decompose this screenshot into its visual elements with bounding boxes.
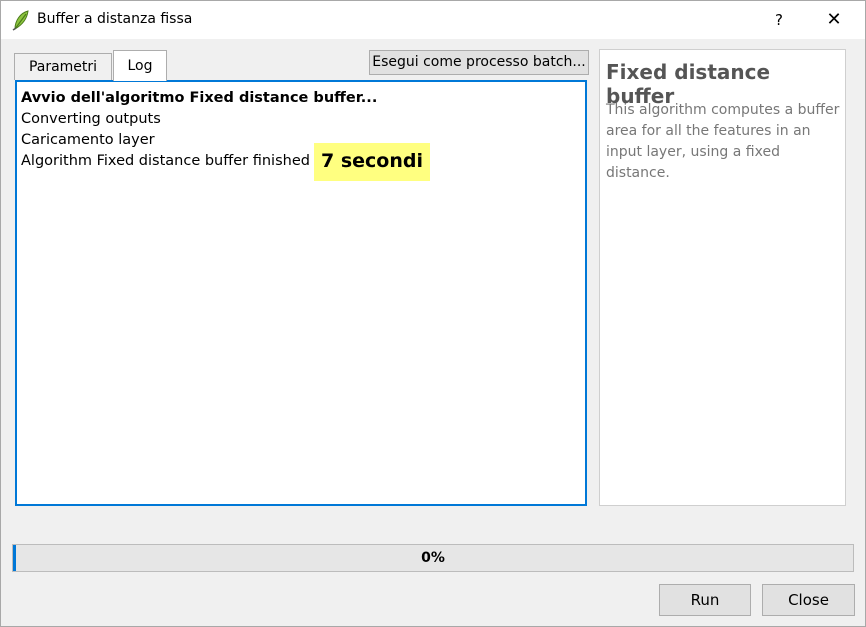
log-line: Converting outputs: [21, 111, 161, 127]
progress-bar: 0%: [12, 544, 854, 572]
help-button[interactable]: ?: [759, 1, 799, 39]
log-line: Avvio dell'algoritmo Fixed distance buff…: [21, 90, 378, 106]
title-bar: Buffer a distanza fissa ? ✕: [1, 1, 865, 39]
log-line: Caricamento layer: [21, 132, 155, 148]
duration-annotation: 7 secondi: [314, 143, 430, 181]
run-button[interactable]: Run: [659, 584, 751, 616]
tab-parametri[interactable]: Parametri: [14, 53, 112, 80]
qgis-leaf-icon: [12, 9, 30, 31]
help-panel: Fixed distance buffer This algorithm com…: [599, 49, 846, 506]
log-line: Algorithm Fixed distance buffer finished: [21, 153, 310, 169]
log-output[interactable]: Avvio dell'algoritmo Fixed distance buff…: [15, 80, 587, 506]
window-title: Buffer a distanza fissa: [37, 11, 193, 27]
close-window-icon[interactable]: ✕: [811, 1, 857, 39]
run-as-batch-button[interactable]: Esegui come processo batch...: [369, 50, 589, 75]
help-description: This algorithm computes a buffer area fo…: [606, 102, 840, 181]
progress-label: 0%: [421, 550, 445, 566]
dialog-window: Buffer a distanza fissa ? ✕ Parametri Lo…: [0, 0, 866, 627]
close-button[interactable]: Close: [762, 584, 855, 616]
tab-log[interactable]: Log: [113, 50, 167, 81]
